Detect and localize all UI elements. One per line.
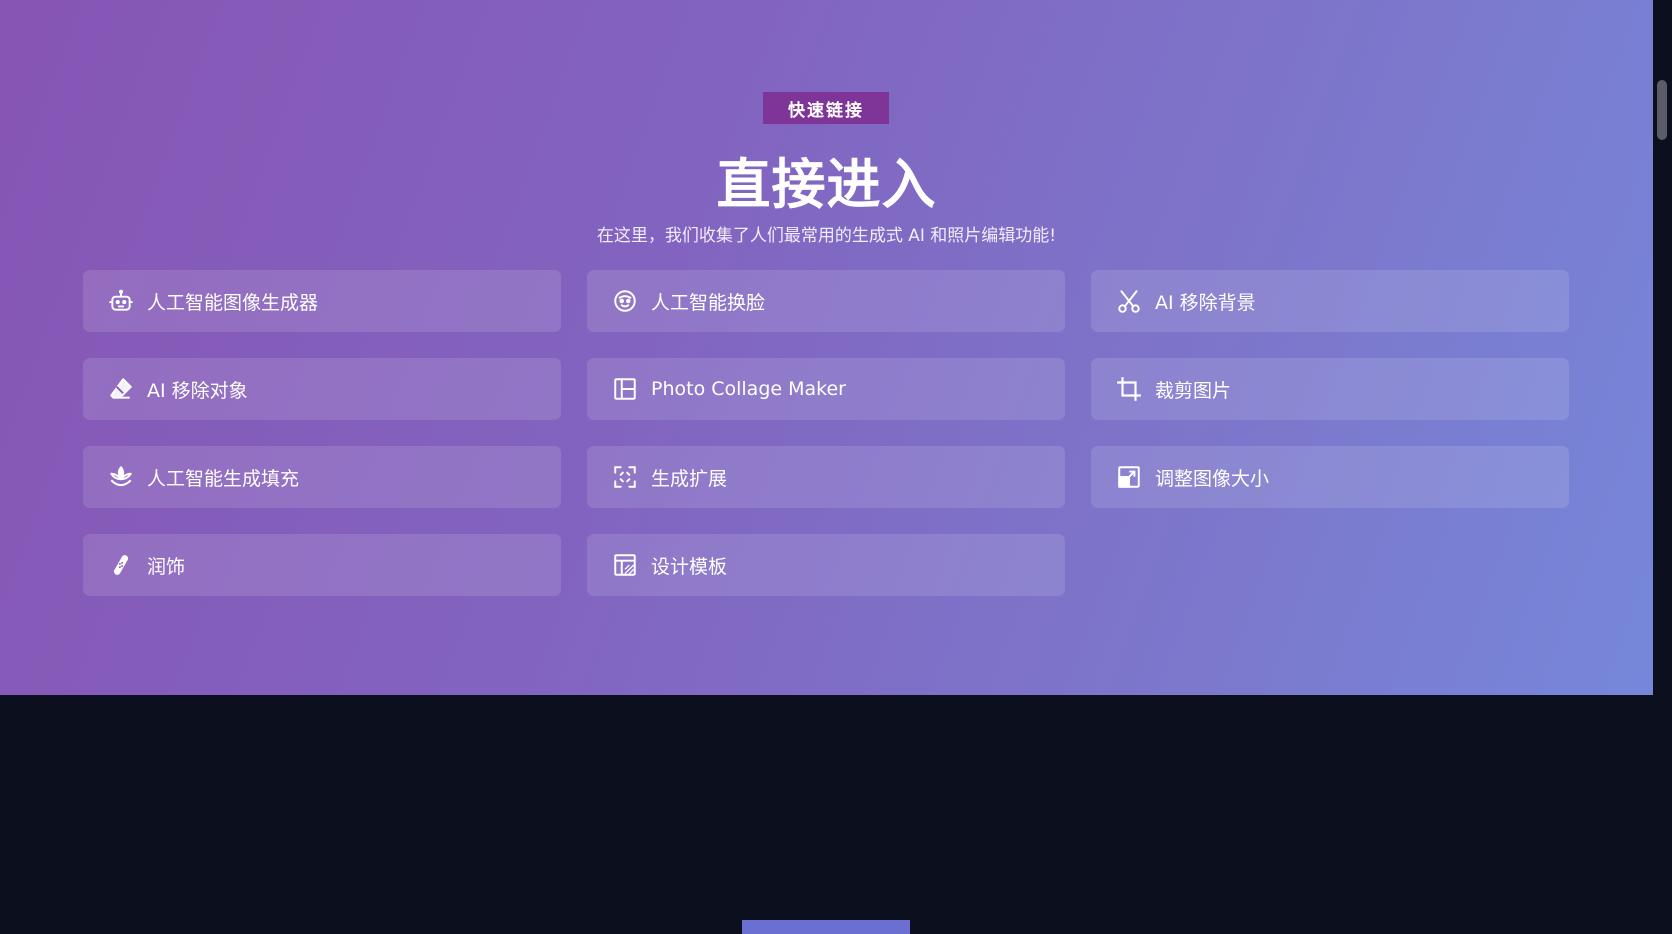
link-generative-expand[interactable]: 生成扩展 xyxy=(587,446,1065,508)
lotus-icon xyxy=(107,463,135,491)
section-subtitle: 在这里，我们收集了人们最常用的生成式 AI 和照片编辑功能! xyxy=(596,226,1057,246)
link-ai-remove-object[interactable]: AI 移除对象 xyxy=(83,358,561,420)
link-retouch[interactable]: 润饰 xyxy=(83,534,561,596)
link-label: 人工智能换脸 xyxy=(651,291,766,314)
link-label: 调整图像大小 xyxy=(1155,467,1270,490)
expand-icon xyxy=(611,463,639,491)
collage-icon xyxy=(611,375,639,403)
section-badge: 快速链接 xyxy=(763,92,889,124)
link-label: AI 移除对象 xyxy=(147,379,248,402)
scrollbar-thumb[interactable] xyxy=(1657,80,1667,140)
link-crop-image[interactable]: 裁剪图片 xyxy=(1091,358,1569,420)
resize-icon xyxy=(1115,463,1143,491)
quick-links-section: 快速链接 直接进入 在这里，我们收集了人们最常用的生成式 AI 和照片编辑功能! xyxy=(0,0,1653,695)
link-label: 设计模板 xyxy=(651,555,728,578)
link-label: 人工智能图像生成器 xyxy=(147,291,319,314)
link-ai-generative-fill[interactable]: 人工智能生成填充 xyxy=(83,446,561,508)
template-icon xyxy=(611,551,639,579)
link-label: 裁剪图片 xyxy=(1155,379,1232,402)
link-ai-face-swap[interactable]: 人工智能换脸 xyxy=(587,270,1065,332)
page: 快速链接 直接进入 在这里，我们收集了人们最常用的生成式 AI 和照片编辑功能! xyxy=(0,0,1672,934)
link-label: 人工智能生成填充 xyxy=(147,467,300,490)
partial-cta-button[interactable] xyxy=(742,920,910,934)
link-photo-collage-maker[interactable]: Photo Collage Maker xyxy=(587,358,1065,420)
link-label: 生成扩展 xyxy=(651,467,728,490)
bandage-icon xyxy=(107,551,135,579)
face-icon xyxy=(611,287,639,315)
scissors-icon xyxy=(1115,287,1143,315)
eraser-icon xyxy=(107,375,135,403)
link-ai-remove-background[interactable]: AI 移除背景 xyxy=(1091,270,1569,332)
link-label: Photo Collage Maker xyxy=(651,378,846,400)
quick-links-grid: 人工智能图像生成器 人工智能换脸 AI 移除背景 AI 移除对象 Photo C… xyxy=(83,270,1569,596)
crop-icon xyxy=(1115,375,1143,403)
link-label: AI 移除背景 xyxy=(1155,291,1256,314)
link-resize-image[interactable]: 调整图像大小 xyxy=(1091,446,1569,508)
section-title: 直接进入 xyxy=(716,153,937,216)
link-ai-image-generator[interactable]: 人工智能图像生成器 xyxy=(83,270,561,332)
link-label: 润饰 xyxy=(147,555,186,578)
robot-icon xyxy=(107,287,135,315)
link-design-templates[interactable]: 设计模板 xyxy=(587,534,1065,596)
